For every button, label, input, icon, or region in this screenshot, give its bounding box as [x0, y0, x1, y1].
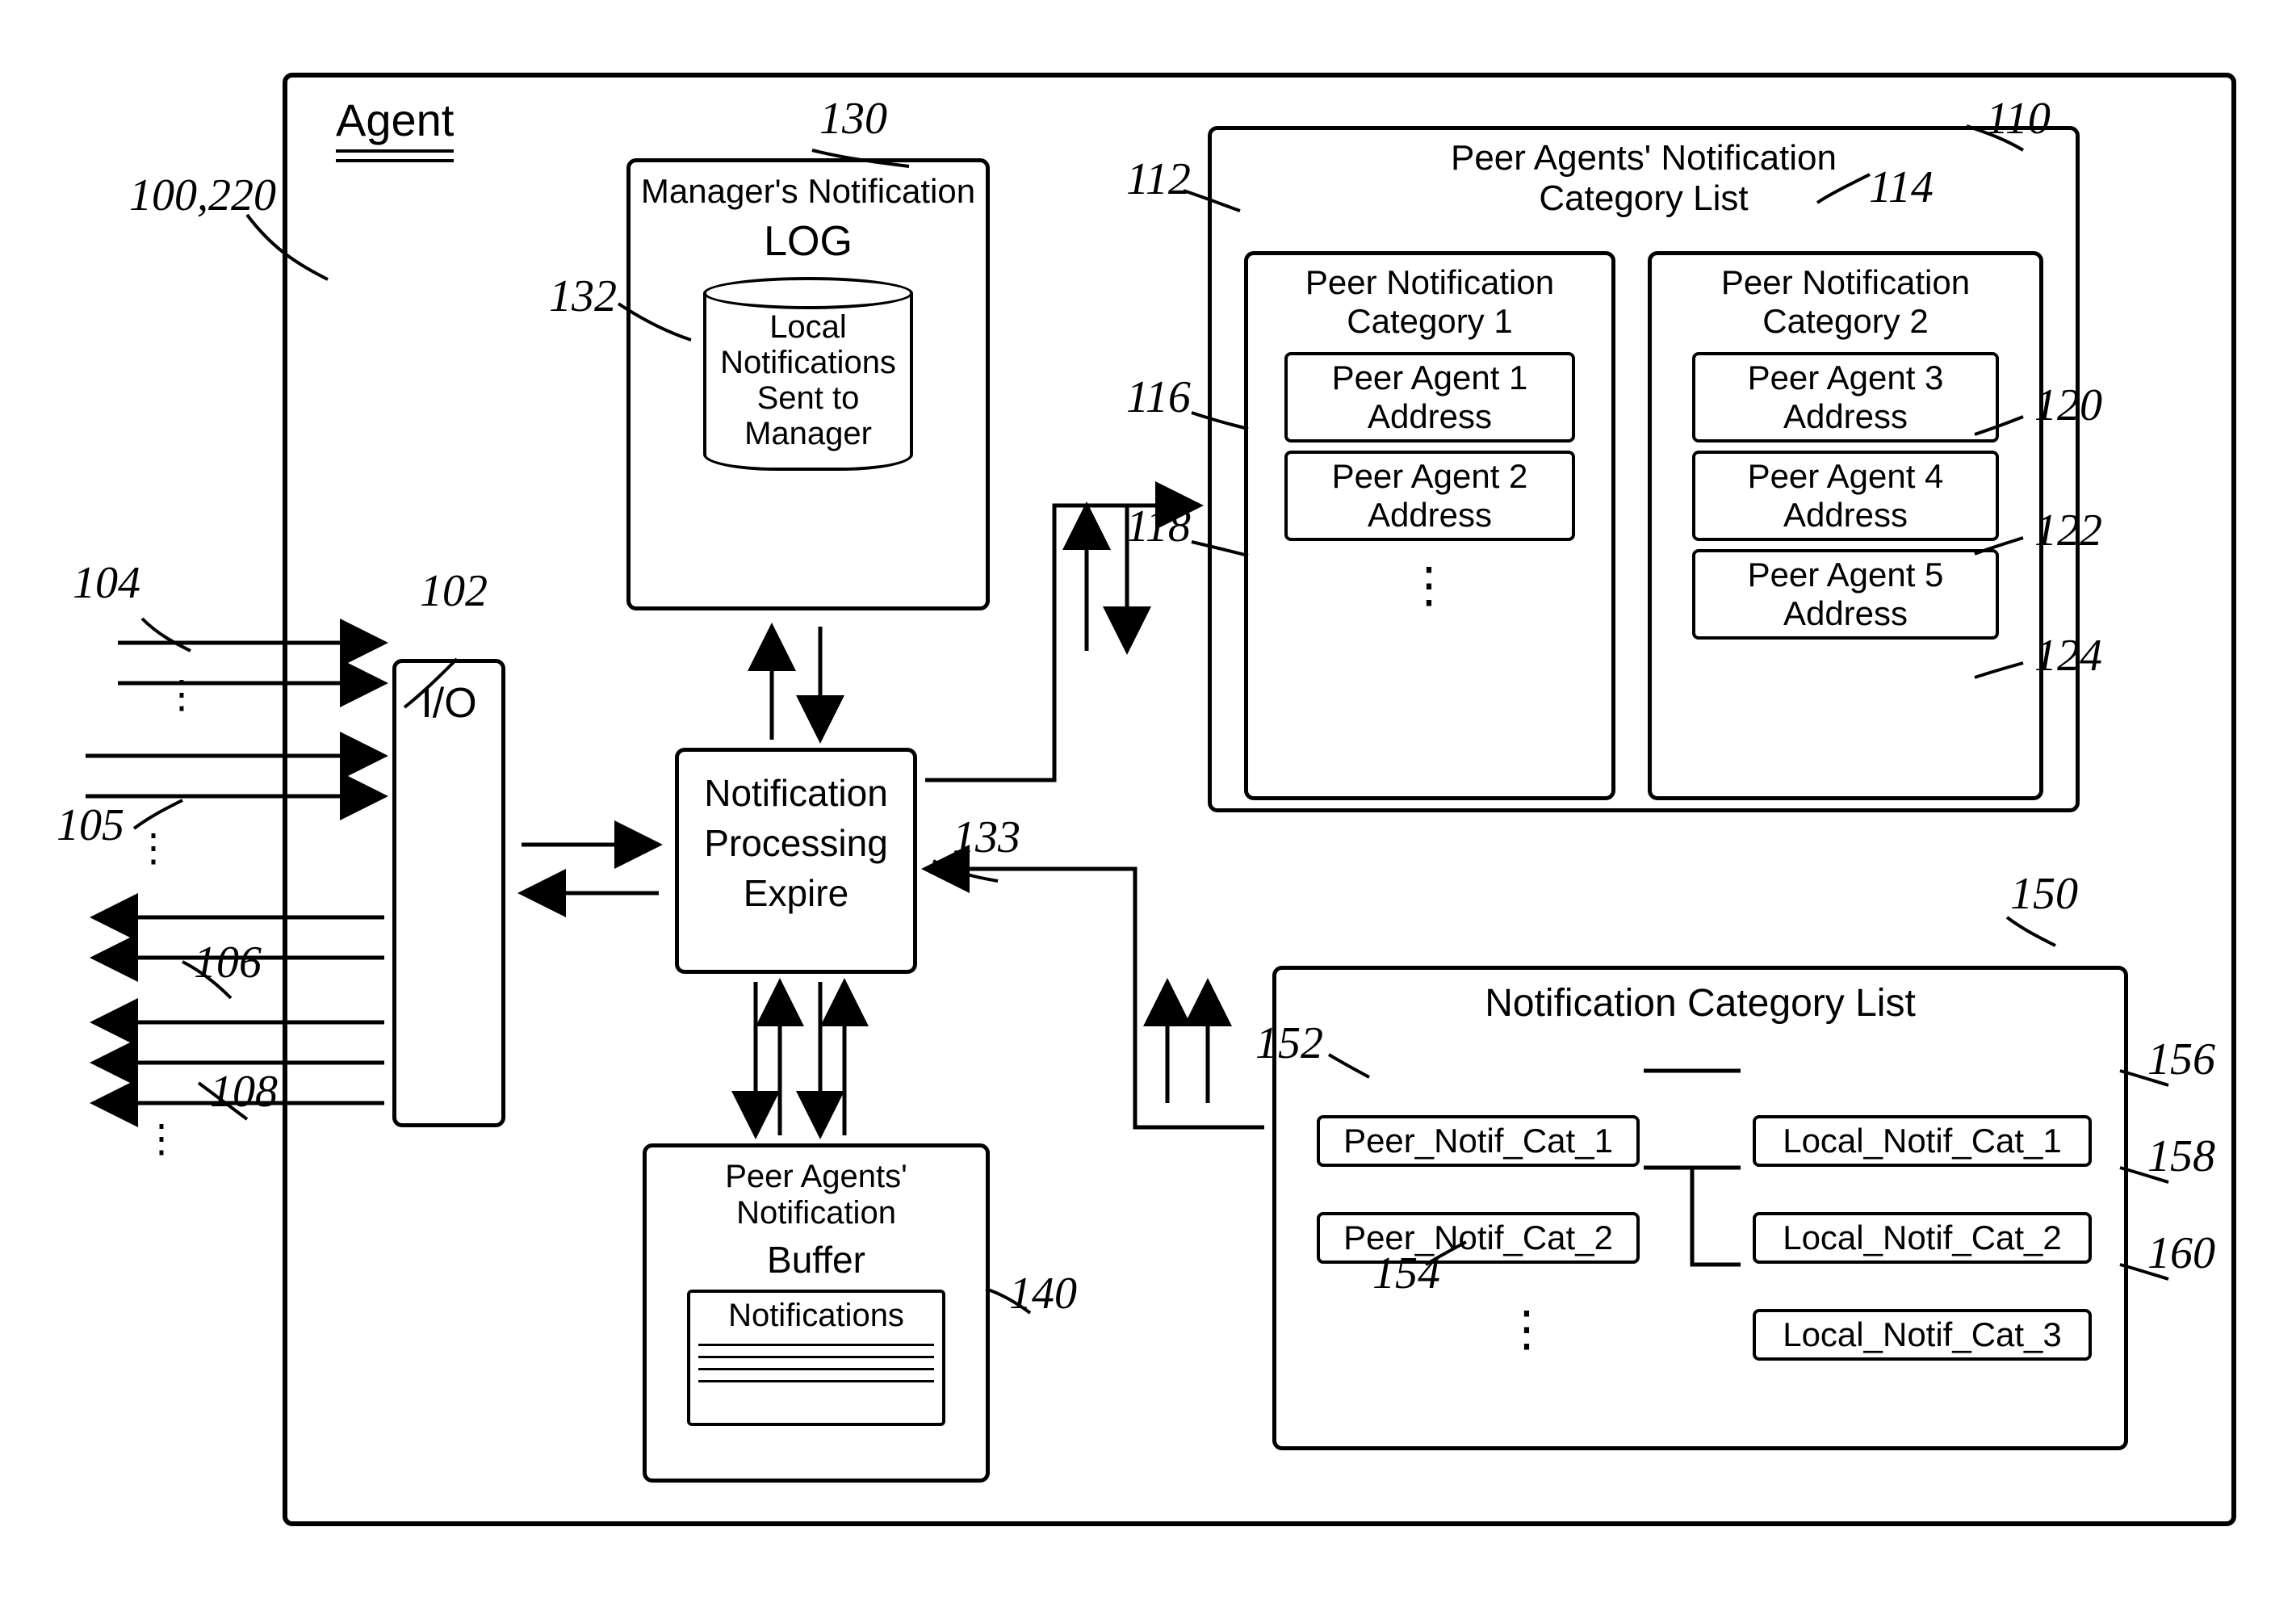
peer-cat-1: Peer Notification Category 1 Peer Agent …: [1244, 251, 1615, 800]
ln2: Local_Notif_Cat_2: [1753, 1212, 2092, 1264]
ref-104: 104: [73, 557, 140, 609]
notif-cat-list-title: Notification Category List: [1276, 978, 2124, 1029]
ref-156: 156: [2147, 1034, 2215, 1085]
npe-l1: Notification: [679, 768, 913, 818]
managers-log-title1: Manager's Notification: [631, 169, 986, 214]
pn2: Peer_Notif_Cat_2: [1317, 1212, 1640, 1264]
io-box: I/O: [392, 659, 505, 1127]
ref-116: 116: [1126, 371, 1191, 423]
ref-110: 110: [1986, 93, 2051, 145]
ncl-vdots: ⋮: [1502, 1301, 1552, 1357]
ref-158: 158: [2147, 1130, 2215, 1182]
log-cylinder: LocalNotificationsSent toManager: [703, 277, 913, 471]
peer-agent-1-addr: Peer Agent 1 Address: [1284, 352, 1575, 443]
buffer-notifications: Notifications: [687, 1290, 945, 1426]
buffer-box: Peer Agents' Notification Buffer Notific…: [643, 1143, 990, 1483]
ref-112: 112: [1126, 153, 1191, 205]
peer-agent-2-addr: Peer Agent 2 Address: [1284, 451, 1575, 541]
ref-108: 108: [210, 1066, 278, 1118]
cylinder-text: LocalNotificationsSent toManager: [703, 293, 913, 471]
svg-text:⋮: ⋮: [134, 827, 173, 870]
svg-text:⋮: ⋮: [162, 673, 201, 716]
ref-122: 122: [2034, 505, 2102, 556]
peer-cat-list-box: Peer Agents' Notification Category List …: [1208, 126, 2080, 812]
ref-100-220: 100,220: [129, 170, 276, 221]
cat1-vdots: ⋮: [1248, 557, 1611, 614]
ref-152: 152: [1255, 1017, 1323, 1069]
buffer-title1: Peer Agents' Notification: [647, 1156, 986, 1235]
ref-105: 105: [57, 799, 124, 851]
buffer-title2: Buffer: [647, 1235, 986, 1285]
ref-150: 150: [2010, 868, 2078, 920]
ref-102: 102: [420, 565, 488, 617]
ref-118: 118: [1126, 501, 1191, 552]
ln1: Local_Notif_Cat_1: [1753, 1115, 2092, 1167]
npe-l2: Processing: [679, 818, 913, 868]
io-label: I/O: [421, 679, 476, 728]
ref-140: 140: [1009, 1268, 1077, 1319]
ref-124: 124: [2034, 630, 2102, 682]
ln3: Local_Notif_Cat_3: [1753, 1309, 2092, 1361]
peer-agent-4-addr: Peer Agent 4 Address: [1692, 451, 1999, 541]
npe-box: Notification Processing Expire: [675, 748, 917, 974]
svg-text:⋮: ⋮: [142, 1118, 181, 1160]
ref-133: 133: [953, 812, 1020, 863]
ref-130: 130: [819, 93, 887, 145]
peer-cat-2-title: Peer Notification Category 2: [1652, 260, 2039, 344]
peer-cat-list-title: Peer Agents' Notification Category List: [1212, 135, 2076, 222]
peer-agent-3-addr: Peer Agent 3 Address: [1692, 352, 1999, 443]
pn1: Peer_Notif_Cat_1: [1317, 1115, 1640, 1167]
agent-title: Agent: [336, 94, 454, 166]
peer-cat-2: Peer Notification Category 2 Peer Agent …: [1648, 251, 2043, 800]
ref-106: 106: [194, 937, 262, 988]
managers-log-box: Manager's Notification LOG LocalNotifica…: [626, 158, 990, 610]
managers-log-title2: LOG: [631, 214, 986, 269]
peer-agent-5-addr: Peer Agent 5 Address: [1692, 549, 1999, 640]
buffer-notif-label: Notifications: [728, 1298, 904, 1333]
notif-cat-list-box: Notification Category List Peer_Notif_Ca…: [1272, 966, 2128, 1450]
ref-132: 132: [549, 271, 617, 322]
npe-l3: Expire: [679, 868, 913, 918]
ref-160: 160: [2147, 1227, 2215, 1279]
ref-114: 114: [1869, 162, 1934, 213]
ref-120: 120: [2034, 380, 2102, 431]
peer-cat-1-title: Peer Notification Category 1: [1248, 260, 1611, 344]
ref-154: 154: [1372, 1248, 1440, 1299]
